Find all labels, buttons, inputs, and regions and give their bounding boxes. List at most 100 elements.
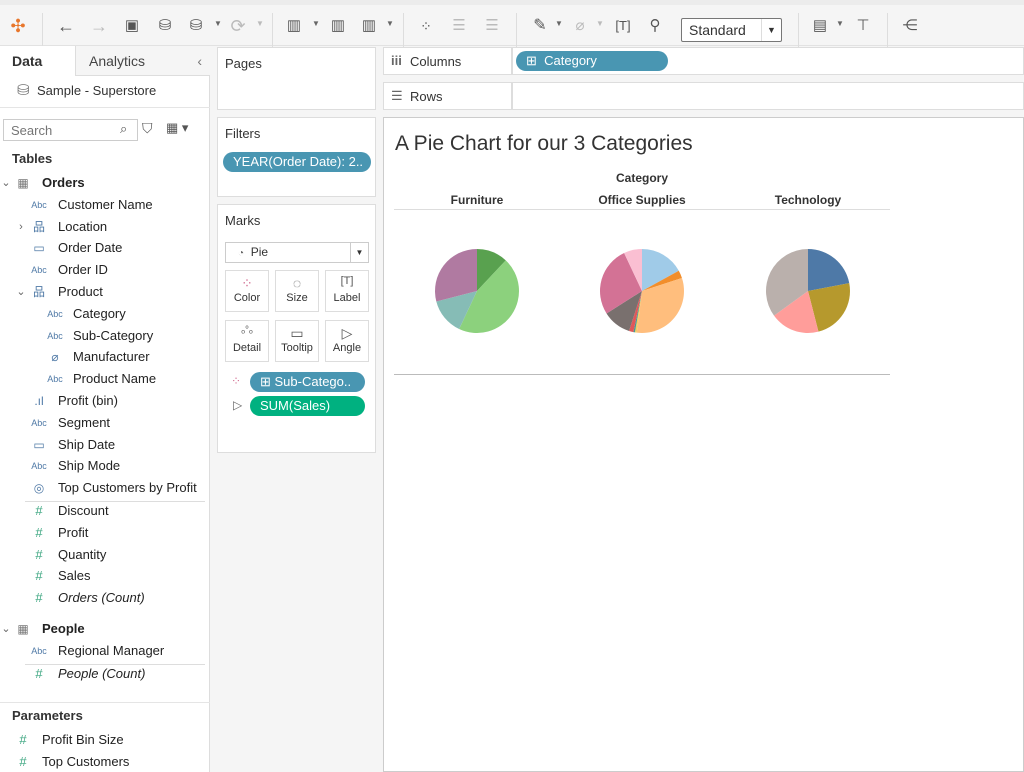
highlight-icon[interactable]: ✎ xyxy=(528,15,552,37)
fit-dropdown[interactable]: Standard ▼ xyxy=(681,18,782,42)
field-item[interactable]: Abc Regional Manager xyxy=(0,641,205,661)
field-item[interactable]: Abc Sub-Category xyxy=(0,326,205,346)
table-icon: ▦ xyxy=(17,176,29,190)
filters-card[interactable]: Filters YEAR(Order Date): 2.. xyxy=(217,117,376,197)
field-name: Category xyxy=(73,305,126,321)
field-item[interactable]: Abc Category xyxy=(0,304,205,324)
show-labels-icon[interactable]: [T] xyxy=(611,15,635,37)
mark-type-dropdown[interactable]: ◔ Pie ▼ xyxy=(225,242,369,263)
field-name: Ship Mode xyxy=(58,458,121,474)
chevron-down-icon[interactable]: ▼ xyxy=(256,19,264,28)
field-item[interactable]: # Discount xyxy=(0,501,205,521)
table-item[interactable]: ⌄ ▦ Orders xyxy=(0,173,205,193)
angle-icon: ▷ xyxy=(341,325,353,341)
date-icon: ▭ xyxy=(33,241,45,256)
swap-rows-columns-icon[interactable]: ⁘ xyxy=(414,15,438,37)
field-item[interactable]: ▭ Order Date xyxy=(0,238,205,258)
field-item[interactable]: Abc Product Name xyxy=(0,369,205,389)
fix-axes-icon[interactable]: ⚲ xyxy=(643,15,667,37)
field-item[interactable]: › 品 Location xyxy=(0,217,205,237)
tableau-logo-icon[interactable]: ✣ xyxy=(6,15,30,37)
rows-shelf[interactable] xyxy=(512,82,1024,110)
measure-icon: # xyxy=(19,732,27,747)
presentation-mode-icon[interactable]: ⊤ xyxy=(851,15,875,37)
field-item[interactable]: Abc Customer Name xyxy=(0,195,205,215)
chevron-down-icon[interactable]: ▼ xyxy=(555,19,563,28)
chevron-right-icon[interactable]: › xyxy=(12,217,30,237)
table-item[interactable]: ⌄ ▦ People xyxy=(0,619,205,639)
new-data-source-icon[interactable]: ⛁ xyxy=(153,15,177,37)
refresh-icon[interactable]: ⟳ xyxy=(226,15,250,37)
field-item[interactable]: ◎ Top Customers by Profit xyxy=(0,478,205,498)
chevron-down-icon[interactable]: ⌄ xyxy=(0,619,15,639)
hierarchy-icon: 品 xyxy=(32,285,45,299)
angle-button[interactable]: ▷ Angle xyxy=(325,320,369,362)
sort-ascending-icon[interactable]: ☰ xyxy=(447,15,471,37)
chevron-down-icon[interactable]: ▼ xyxy=(386,19,394,28)
field-item[interactable]: # Sales xyxy=(0,566,205,586)
chevron-down-icon[interactable]: ▼ xyxy=(836,19,844,28)
tab-analytics[interactable]: Analytics ‹ xyxy=(75,46,210,76)
show-me-icon[interactable]: ▤ xyxy=(808,15,832,37)
size-icon: ◌ xyxy=(292,275,302,291)
chevron-down-icon[interactable]: ⌄ xyxy=(0,173,15,193)
datasource-name[interactable]: Sample - Superstore xyxy=(37,83,156,98)
filter-pill[interactable]: YEAR(Order Date): 2.. xyxy=(223,152,371,172)
view-options-icon[interactable]: ▦ ▾ xyxy=(166,120,188,136)
chevron-down-icon[interactable]: ▼ xyxy=(596,19,604,28)
chevron-down-icon[interactable]: ⌄ xyxy=(12,282,30,302)
field-item[interactable]: ⌀ Manufacturer xyxy=(0,347,205,367)
chevron-down-icon: ▼ xyxy=(761,19,781,41)
new-worksheet-icon[interactable]: ▥ xyxy=(282,15,306,37)
field-item[interactable]: # Profit xyxy=(0,523,205,543)
tooltip-button[interactable]: ▭ Tooltip xyxy=(275,320,319,362)
duplicate-sheet-icon[interactable]: ▥ xyxy=(326,15,350,37)
field-item[interactable]: # People (Count) xyxy=(0,664,205,684)
label-icon: [T] xyxy=(340,275,354,287)
abc-icon: Abc xyxy=(47,374,63,385)
tables-heading: Tables xyxy=(12,151,53,166)
color-icon: ⁘ xyxy=(241,275,253,291)
save-icon[interactable]: ▣ xyxy=(120,15,144,37)
chevron-down-icon[interactable]: ▼ xyxy=(214,19,222,28)
label-button[interactable]: [T] Label xyxy=(325,270,369,312)
pause-updates-icon[interactable]: ⛁ xyxy=(184,15,208,37)
category-pill[interactable]: ⊞ Category xyxy=(516,51,668,71)
pane-label: Office Supplies xyxy=(598,193,686,207)
tab-data[interactable]: Data xyxy=(0,46,75,76)
detail-button[interactable]: ₒ°ₒ Detail xyxy=(225,320,269,362)
collapse-icon[interactable]: ‹ xyxy=(197,46,202,76)
group-members-icon[interactable]: ⌀ xyxy=(568,15,592,37)
clear-sheet-icon[interactable]: ▥ xyxy=(357,15,381,37)
share-icon[interactable]: ⋲ xyxy=(898,15,922,37)
sort-descending-icon[interactable]: ☰ xyxy=(480,15,504,37)
field-item[interactable]: Abc Order ID xyxy=(0,260,205,280)
field-item[interactable]: Abc Segment xyxy=(0,413,205,433)
color-button[interactable]: ⁘ Color xyxy=(225,270,269,312)
field-name: Segment xyxy=(58,414,111,430)
filter-icon[interactable]: ⛉ xyxy=(142,120,153,137)
redo-icon[interactable]: → xyxy=(87,15,111,37)
chevron-down-icon[interactable]: ▼ xyxy=(312,19,320,28)
field-item[interactable]: # Orders (Count) xyxy=(0,588,205,608)
field-name: Order ID xyxy=(58,262,108,278)
field-name: Regional Manager xyxy=(58,642,165,658)
angle-pill[interactable]: SUM(Sales) xyxy=(250,396,365,416)
field-item[interactable]: .ıl Profit (bin) xyxy=(0,391,205,411)
search-input[interactable] xyxy=(3,119,138,141)
pages-card[interactable]: Pages xyxy=(217,47,376,110)
field-item[interactable]: ⌄ 品 Product xyxy=(0,282,205,302)
field-item[interactable]: ▭ Ship Date xyxy=(0,435,205,455)
field-item[interactable]: Abc Ship Mode xyxy=(0,456,205,476)
field-name: People xyxy=(42,621,85,636)
abc-icon: Abc xyxy=(31,417,47,428)
columns-shelf[interactable]: ⊞ Category xyxy=(512,47,1024,75)
field-name: Sales xyxy=(58,568,91,584)
undo-icon[interactable]: ← xyxy=(54,15,78,37)
color-pill[interactable]: ⊞ Sub-Catego.. xyxy=(250,372,365,392)
field-item[interactable]: # Quantity xyxy=(0,545,205,565)
tooltip-icon: ▭ xyxy=(290,325,304,341)
hierarchy-icon: 品 xyxy=(32,219,45,234)
pie-chart: Furniture Office Supplies Technology xyxy=(435,193,850,333)
size-button[interactable]: ◌ Size xyxy=(275,270,319,312)
